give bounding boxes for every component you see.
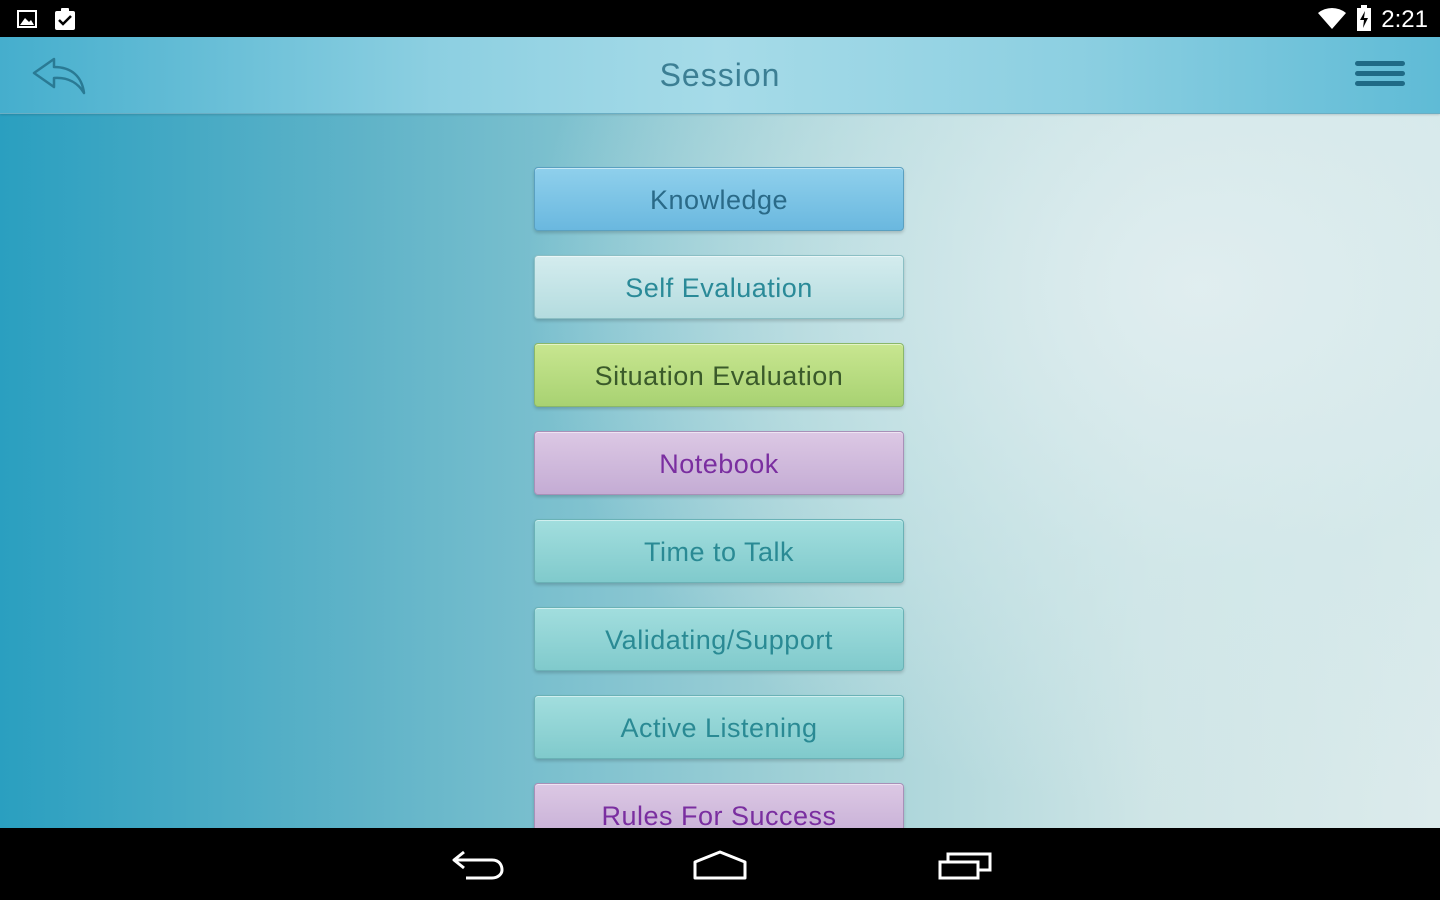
- notebook-button[interactable]: Notebook: [534, 431, 904, 495]
- situation-evaluation-button[interactable]: Situation Evaluation: [534, 343, 904, 407]
- screen: 2:21 Session Knowledge Self Evaluation S…: [0, 0, 1440, 900]
- picture-icon: [16, 8, 38, 34]
- battery-charging-icon: [1355, 4, 1373, 36]
- hamburger-menu-icon: [1354, 61, 1406, 95]
- active-listening-button[interactable]: Active Listening: [534, 695, 904, 759]
- recent-apps-icon: [934, 852, 998, 888]
- wifi-icon: [1317, 5, 1347, 35]
- session-menu-list: Knowledge Self Evaluation Situation Eval…: [534, 167, 906, 828]
- status-time: 2:21: [1381, 6, 1428, 33]
- self-evaluation-button[interactable]: Self Evaluation: [534, 255, 904, 319]
- notification-icons: [16, 6, 78, 36]
- status-bar: 2:21: [0, 0, 1440, 37]
- clipboard-check-icon: [52, 6, 78, 36]
- back-icon: [446, 850, 510, 888]
- navigation-bar: [0, 828, 1440, 900]
- menu-button[interactable]: [1354, 57, 1406, 91]
- rules-for-success-button[interactable]: Rules For Success: [534, 783, 904, 828]
- header: Session: [0, 37, 1440, 114]
- system-status: 2:21: [1317, 4, 1428, 36]
- nav-home-button[interactable]: [688, 844, 752, 884]
- page-title: Session: [659, 57, 781, 93]
- nav-recent-apps-button[interactable]: [934, 844, 998, 884]
- knowledge-button[interactable]: Knowledge: [534, 167, 904, 231]
- nav-back-button[interactable]: [446, 844, 510, 884]
- validating-support-button[interactable]: Validating/Support: [534, 607, 904, 671]
- home-icon: [688, 850, 752, 888]
- time-to-talk-button[interactable]: Time to Talk: [534, 519, 904, 583]
- app-content: Session Knowledge Self Evaluation Situat…: [0, 37, 1440, 828]
